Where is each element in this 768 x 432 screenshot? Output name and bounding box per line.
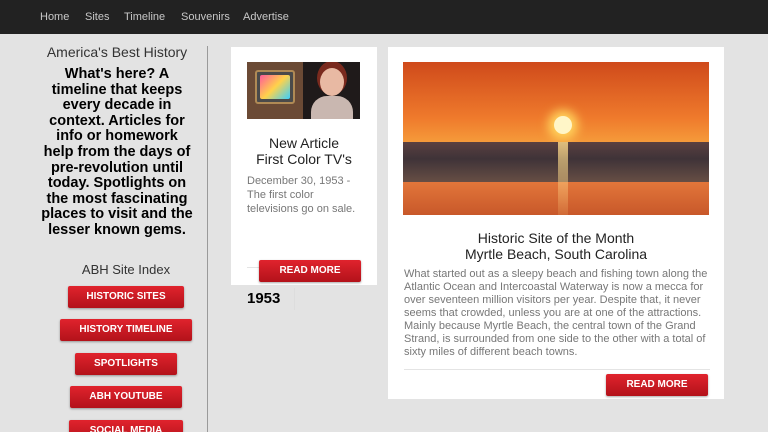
sun-reflection — [558, 142, 568, 215]
article-summary: December 30, 1953 - The first color tele… — [247, 175, 356, 215]
color-tv-image[interactable] — [247, 62, 360, 119]
spotlights-button[interactable]: SPOTLIGHTS — [75, 353, 177, 375]
new-article-card: New Article First Color TV's December 30… — [231, 47, 377, 310]
history-timeline-button[interactable]: HISTORY TIMELINE — [60, 319, 192, 341]
woman-portrait — [303, 62, 360, 119]
sun-icon — [554, 116, 572, 134]
sidebar-divider — [207, 46, 208, 432]
abh-youtube-button[interactable]: ABH YOUTUBE — [70, 386, 182, 408]
historic-site-title-line2[interactable]: Myrtle Beach, South Carolina — [388, 246, 724, 263]
article-year: 1953 — [247, 290, 281, 307]
historic-site-separator — [404, 369, 710, 370]
nav-home[interactable]: Home — [40, 0, 69, 34]
sidebar-description: What's here? A timeline that keeps every… — [41, 66, 193, 238]
myrtle-beach-sunset-image[interactable] — [403, 62, 709, 215]
tv-screen — [260, 75, 290, 99]
tv-panel — [247, 62, 303, 119]
beach-sand — [403, 182, 709, 215]
portrait-head — [320, 68, 344, 96]
portrait-body — [311, 96, 353, 119]
television-icon — [255, 70, 295, 104]
historic-site-title-line1: Historic Site of the Month — [477, 230, 635, 246]
ocean — [403, 142, 709, 184]
historic-site-title: Historic Site of the Month Myrtle Beach,… — [388, 230, 724, 263]
article-read-more-button[interactable]: READ MORE — [259, 260, 361, 282]
nav-timeline[interactable]: Timeline — [124, 0, 165, 34]
site-index-title: ABH Site Index — [81, 262, 171, 277]
historic-site-read-more-button[interactable]: READ MORE — [606, 374, 708, 396]
top-navbar: Home Sites Timeline Souvenirs Advertise — [0, 0, 768, 34]
sidebar-title: America's Best History — [46, 44, 188, 60]
nav-souvenirs[interactable]: Souvenirs — [181, 0, 230, 34]
historic-site-description: What started out as a sleepy beach and f… — [404, 268, 708, 358]
year-divider — [294, 288, 295, 310]
historic-site-card: Historic Site of the Month Myrtle Beach,… — [388, 47, 724, 399]
article-title-line1: New Article — [268, 135, 340, 151]
historic-sites-button[interactable]: HISTORIC SITES — [68, 286, 184, 308]
article-title: New Article First Color TV's — [231, 135, 377, 167]
nav-advertise[interactable]: Advertise — [243, 0, 289, 34]
social-media-button[interactable]: SOCIAL MEDIA — [69, 420, 183, 432]
nav-sites[interactable]: Sites — [85, 0, 109, 34]
article-title-line2[interactable]: First Color TV's — [231, 151, 377, 167]
